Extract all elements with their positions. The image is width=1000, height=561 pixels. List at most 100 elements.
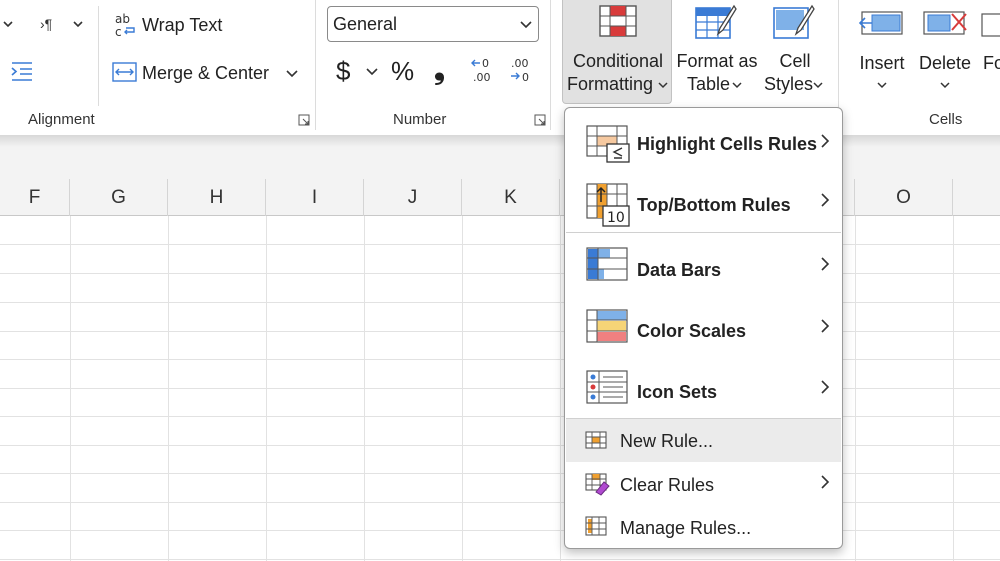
format-label: Fo xyxy=(983,53,1000,73)
number-format-value: General xyxy=(333,14,398,34)
row-line xyxy=(0,559,1000,560)
decrease-decimal-icon[interactable]: .00 0 xyxy=(508,56,536,84)
menu-item-label: Data Bars xyxy=(637,260,722,280)
format-cells-icon xyxy=(981,13,1000,37)
format-as-table-icon xyxy=(695,4,737,39)
cell-styles-label-2: Styles xyxy=(764,74,814,94)
comma-style-button[interactable]: ❟ xyxy=(434,54,445,87)
svg-text:.00: .00 xyxy=(473,71,491,84)
svg-text:10: 10 xyxy=(607,210,625,226)
group-separator xyxy=(315,0,316,130)
row-line xyxy=(0,244,1000,245)
top-bottom-icon: 10 xyxy=(586,183,630,227)
wrap-text-label: Wrap Text xyxy=(142,15,223,35)
delete-label: Delete xyxy=(918,53,972,73)
delete-cells-icon xyxy=(923,11,967,35)
chevron-down-icon xyxy=(520,21,532,29)
column-header-j[interactable]: J xyxy=(364,179,462,216)
increase-decimal-icon[interactable]: 0 .00 xyxy=(470,56,498,84)
menu-item-manage-rules[interactable]: Manage Rules... xyxy=(566,506,841,548)
format-as-table-label-2: Table xyxy=(687,74,731,94)
cell-grid[interactable] xyxy=(0,216,1000,561)
chevron-right-icon xyxy=(821,475,830,489)
chevron-down-icon[interactable] xyxy=(0,16,16,32)
menu-item-data-bars[interactable]: Data Bars xyxy=(566,236,841,296)
menu-item-new-rule[interactable]: New Rule... xyxy=(566,419,841,462)
svg-text:0: 0 xyxy=(482,57,489,70)
svg-text:0: 0 xyxy=(522,71,529,84)
increase-indent-icon[interactable] xyxy=(10,60,34,82)
column-header-i[interactable]: I xyxy=(266,179,364,216)
delete-button[interactable]: Delete xyxy=(914,0,976,104)
conditional-formatting-label-1: Conditional xyxy=(572,51,664,71)
chevron-down-icon[interactable] xyxy=(365,64,379,78)
insert-button[interactable]: Insert xyxy=(852,0,912,104)
percent-button[interactable]: % xyxy=(391,56,414,87)
chevron-down-icon[interactable] xyxy=(284,65,300,81)
column-line xyxy=(266,216,267,561)
column-header-p[interactable] xyxy=(953,179,1000,216)
svg-text:c: c xyxy=(115,25,122,38)
merge-center-label: Merge & Center xyxy=(142,63,270,83)
chevron-right-icon xyxy=(821,319,830,333)
wrap-text-button[interactable]: ab c Wrap Text xyxy=(112,8,262,42)
menu-item-top-bottom-rules[interactable]: 10 Top/Bottom Rules xyxy=(566,174,841,232)
row-line xyxy=(0,273,1000,274)
merge-center-icon xyxy=(112,62,137,82)
number-format-select[interactable]: General xyxy=(327,6,539,42)
svg-text:ab: ab xyxy=(115,12,130,26)
chevron-right-icon xyxy=(821,380,830,394)
menu-item-label: New Rule... xyxy=(620,431,714,451)
column-header-g[interactable]: G xyxy=(70,179,168,216)
formula-bar-area xyxy=(0,147,1000,179)
row-line xyxy=(0,445,1000,446)
conditional-formatting-button[interactable]: Conditional Formatting xyxy=(562,0,672,104)
alignment-group-label: Alignment xyxy=(28,111,95,128)
row-line xyxy=(0,388,1000,389)
paragraph-direction-icon[interactable]: ›¶ xyxy=(40,16,52,32)
column-header-f[interactable]: F xyxy=(0,179,70,216)
menu-item-icon-sets[interactable]: Icon Sets xyxy=(566,359,841,419)
format-as-table-button[interactable]: Format as Table xyxy=(674,0,760,104)
column-header-o[interactable]: O xyxy=(855,179,953,216)
ribbon-shadow xyxy=(0,135,1000,147)
cell-styles-label-1: Cell xyxy=(779,51,811,71)
group-separator xyxy=(550,0,551,130)
menu-item-color-scales[interactable]: Color Scales xyxy=(566,298,841,358)
number-group-label: Number xyxy=(393,111,447,128)
chevron-right-icon xyxy=(821,134,830,148)
icon-sets-icon xyxy=(586,370,628,404)
chevron-down-icon[interactable] xyxy=(70,16,86,32)
manage-rules-icon xyxy=(585,516,607,536)
menu-item-label: Clear Rules xyxy=(620,475,715,495)
row-line xyxy=(0,502,1000,503)
svg-text:.00: .00 xyxy=(511,57,529,70)
menu-item-clear-rules[interactable]: Clear Rules xyxy=(566,463,841,505)
currency-button[interactable]: $ xyxy=(336,56,350,87)
format-button[interactable]: Fo xyxy=(978,0,1000,104)
data-bars-icon xyxy=(586,247,628,281)
merge-center-button[interactable]: Merge & Center xyxy=(110,57,302,89)
column-line xyxy=(855,216,856,561)
dialog-launcher-icon[interactable] xyxy=(534,114,546,126)
column-header-k[interactable]: K xyxy=(462,179,560,216)
dialog-launcher-icon[interactable] xyxy=(298,114,310,126)
cell-styles-icon xyxy=(773,4,815,39)
cell-styles-button[interactable]: Cell Styles xyxy=(762,0,828,104)
column-line xyxy=(70,216,71,561)
highlight-cells-icon xyxy=(586,125,630,163)
column-header-h[interactable]: H xyxy=(168,179,266,216)
wrap-text-icon: ab c xyxy=(115,12,135,38)
chevron-down-icon xyxy=(658,82,668,89)
cells-group-label: Cells xyxy=(929,111,963,128)
menu-item-label: Color Scales xyxy=(637,321,747,341)
new-rule-icon xyxy=(585,431,607,449)
row-line xyxy=(0,416,1000,417)
conditional-formatting-icon xyxy=(599,5,637,37)
chevron-down-icon xyxy=(940,82,950,89)
ribbon: ›¶ ab c Wrap Text Merge & Center Alignme… xyxy=(0,0,1000,135)
conditional-formatting-menu: Highlight Cells Rules 10 Top/Bottom Rule… xyxy=(564,107,843,549)
row-line xyxy=(0,530,1000,531)
menu-item-highlight-cells-rules[interactable]: Highlight Cells Rules xyxy=(566,112,841,170)
column-line xyxy=(168,216,169,561)
